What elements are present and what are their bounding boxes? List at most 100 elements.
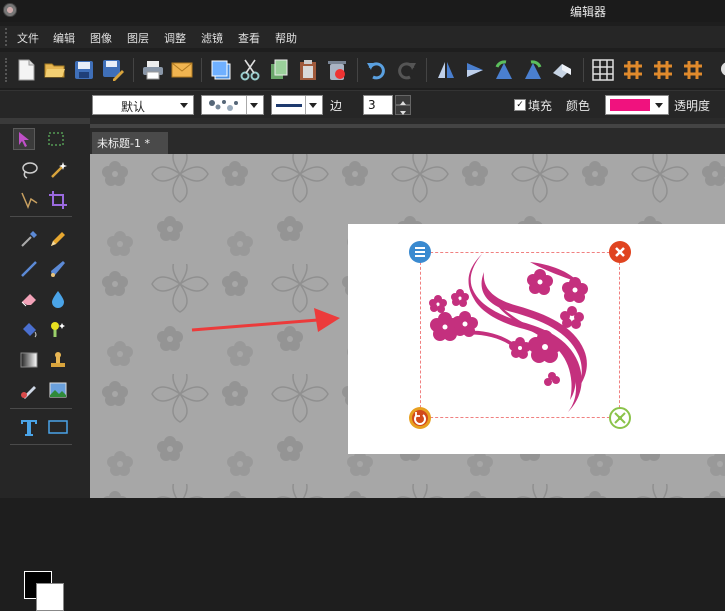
paste-icon[interactable]	[295, 57, 321, 83]
tool-panel	[0, 118, 90, 611]
canvas-workspace[interactable]	[90, 154, 725, 498]
toolbar-separator	[201, 58, 202, 82]
cut-icon[interactable]	[237, 57, 263, 83]
gradient-tool-icon[interactable]	[18, 349, 40, 371]
rect-select-tool-icon[interactable]	[45, 128, 67, 150]
line-tool-icon[interactable]	[18, 258, 40, 280]
edge-label: 边	[330, 99, 343, 113]
red-arrow	[191, 308, 340, 332]
flower-artwork	[429, 254, 588, 412]
polygon-select-tool-icon[interactable]	[18, 189, 40, 211]
new-file-icon[interactable]	[13, 57, 39, 83]
main-toolbar	[0, 52, 725, 88]
tool-separator	[10, 444, 72, 445]
panel-header	[0, 118, 90, 124]
color-label: 颜色	[566, 99, 591, 113]
rotate-right-icon[interactable]	[520, 57, 546, 83]
app-logo-icon	[3, 3, 17, 17]
select-arrow-tool-icon[interactable]	[13, 128, 35, 150]
crop-tool-icon[interactable]	[47, 189, 69, 211]
chevron-down-icon	[655, 103, 663, 108]
tool-separator	[10, 216, 72, 217]
close-icon[interactable]	[609, 241, 631, 263]
flower-pattern-icon	[204, 97, 248, 113]
opacity-label: 透明度	[674, 99, 711, 113]
chevron-down-icon	[309, 103, 317, 108]
hash-icon[interactable]	[620, 57, 646, 83]
toolbar-grip	[5, 58, 11, 82]
toolbar-separator	[357, 58, 358, 82]
chevron-down-icon	[180, 103, 188, 108]
menu-help[interactable]: 帮助	[275, 30, 297, 46]
document-canvas[interactable]	[348, 224, 725, 454]
tab-strip-line	[90, 124, 725, 128]
hash-bold-icon[interactable]	[650, 57, 676, 83]
rotate-left-icon[interactable]	[491, 57, 517, 83]
save-icon[interactable]	[71, 57, 97, 83]
flip-horizontal-icon[interactable]	[433, 57, 459, 83]
fill-label: 填充	[528, 99, 553, 113]
brush-tool-icon[interactable]	[47, 258, 69, 280]
picture-insert-tool-icon[interactable]	[47, 379, 69, 401]
undo-icon[interactable]	[364, 57, 390, 83]
rectangle-tool-icon[interactable]	[47, 416, 69, 438]
menu-adjust[interactable]: 调整	[164, 30, 186, 46]
eyedropper-tool-icon[interactable]	[18, 228, 40, 250]
eraser-tool-icon[interactable]	[18, 288, 40, 310]
toolbar-separator	[583, 58, 584, 82]
print-icon[interactable]	[140, 57, 166, 83]
menu-file[interactable]: 文件	[17, 30, 39, 46]
copy-window-icon[interactable]	[208, 57, 234, 83]
spin-down-button[interactable]	[395, 105, 411, 115]
menu-edit[interactable]: 编辑	[53, 30, 75, 46]
tool-separator	[10, 408, 72, 409]
save-as-icon[interactable]	[100, 57, 126, 83]
copy-icon[interactable]	[266, 57, 292, 83]
dropdown-divider	[305, 96, 306, 114]
resize-icon[interactable]	[609, 407, 631, 429]
edge-width-input[interactable]: 3	[363, 95, 393, 115]
menu-layer[interactable]: 图层	[127, 30, 149, 46]
brush-pattern-dropdown[interactable]	[201, 95, 264, 115]
flip-vertical-icon[interactable]	[462, 57, 488, 83]
dropdown-divider	[246, 96, 247, 114]
open-folder-icon[interactable]	[42, 57, 68, 83]
fill-color-swatch	[610, 99, 650, 111]
line-style-dropdown[interactable]	[271, 95, 323, 115]
text-tool-icon[interactable]	[18, 416, 40, 438]
spin-up-button[interactable]	[395, 95, 411, 105]
rotate-free-icon[interactable]	[549, 57, 575, 83]
preset-dropdown[interactable]: 默认	[92, 95, 194, 115]
lasso-tool-icon[interactable]	[18, 159, 40, 181]
menu-filter[interactable]: 滤镜	[201, 30, 223, 46]
color-replace-tool-icon[interactable]	[47, 319, 69, 341]
smudge-tool-icon[interactable]	[18, 379, 40, 401]
delete-icon[interactable]	[324, 57, 350, 83]
zoom-icon[interactable]	[712, 57, 725, 83]
menu-bar: 文件 编辑 图像 图层 调整 滤镜 查看 帮助	[0, 26, 725, 48]
redo-icon[interactable]	[393, 57, 419, 83]
blur-tool-icon[interactable]	[47, 288, 69, 310]
window-title: 编辑器	[570, 5, 607, 19]
menu-view[interactable]: 查看	[238, 30, 260, 46]
menu-icon[interactable]	[409, 241, 431, 263]
fill-checkbox[interactable]: ✓	[514, 99, 526, 111]
stamp-tool-icon[interactable]	[47, 349, 69, 371]
tab-untitled[interactable]: 未标题-1 *	[92, 132, 168, 154]
menu-grip	[5, 28, 11, 46]
toolbar-separator	[133, 58, 134, 82]
chevron-down-icon	[250, 103, 258, 108]
hash-fill-icon[interactable]	[680, 57, 706, 83]
preset-value: 默认	[121, 100, 146, 114]
grid-icon[interactable]	[590, 57, 616, 83]
rotate-icon[interactable]	[409, 407, 431, 429]
email-icon[interactable]	[169, 57, 195, 83]
title-bar: 编辑器	[0, 0, 725, 22]
options-bar: 默认 边 3 ✓ 填充 颜色 透明度	[0, 90, 725, 119]
menu-image[interactable]: 图像	[90, 30, 112, 46]
fill-bucket-tool-icon[interactable]	[18, 319, 40, 341]
magic-wand-tool-icon[interactable]	[47, 159, 69, 181]
fill-color-dropdown[interactable]	[605, 95, 669, 115]
background-color-swatch[interactable]	[36, 583, 64, 611]
pencil-tool-icon[interactable]	[47, 228, 69, 250]
